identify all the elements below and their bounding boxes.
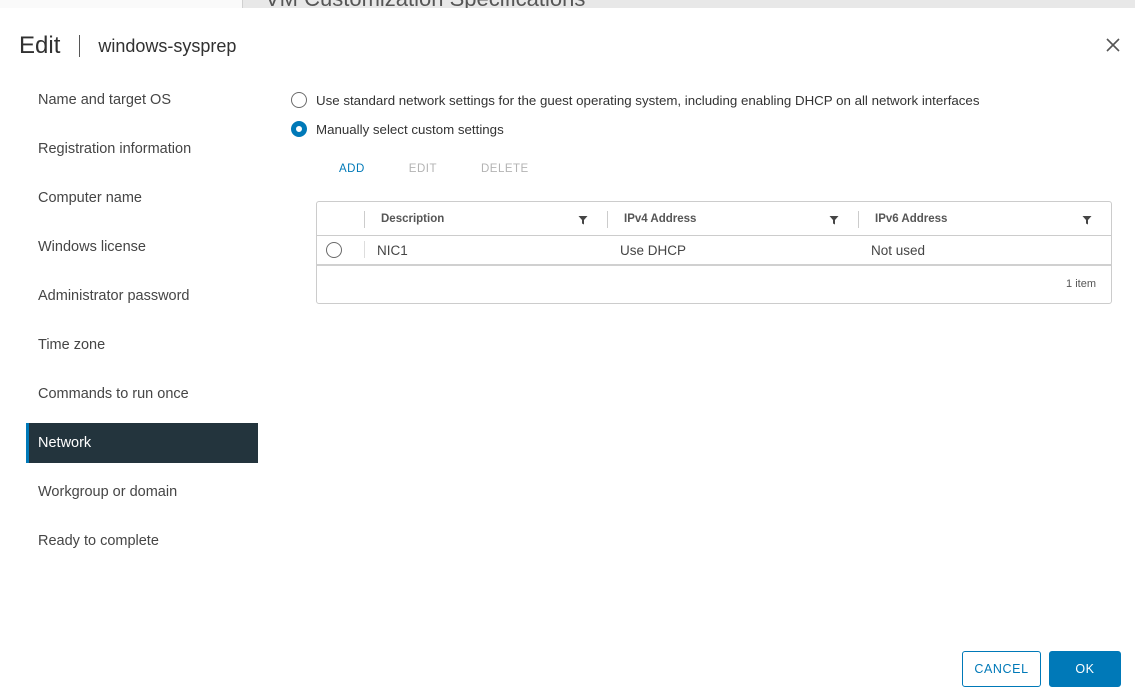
filter-icon[interactable]: [1082, 215, 1092, 225]
step-registration-information[interactable]: Registration information: [26, 129, 258, 169]
delete-button[interactable]: DELETE: [481, 163, 529, 175]
header-divider: [79, 35, 81, 57]
table-row[interactable]: NIC1 Use DHCP Not used: [317, 236, 1111, 266]
edit-button[interactable]: EDIT: [409, 163, 437, 175]
column-separator: [858, 211, 859, 228]
cell-description: NIC1: [377, 243, 408, 258]
cell-ipv4: Use DHCP: [620, 243, 687, 258]
network-settings-panel: Use standard network settings for the gu…: [291, 90, 1121, 304]
cell-ipv6: Not used: [871, 243, 926, 258]
custom-settings-radio[interactable]: [291, 121, 307, 137]
step-ready-to-complete[interactable]: Ready to complete: [26, 521, 258, 561]
filter-icon[interactable]: [829, 215, 839, 225]
background-sidebar: [0, 0, 243, 8]
column-description[interactable]: Description: [381, 213, 444, 225]
custom-settings-option[interactable]: Manually select custom settings: [291, 119, 1121, 139]
close-icon[interactable]: [1105, 37, 1121, 53]
wizard-steps: Name and target OS Registration informat…: [26, 80, 258, 570]
step-network[interactable]: Network: [26, 423, 258, 463]
step-name-and-target-os[interactable]: Name and target OS: [26, 80, 258, 120]
step-windows-license[interactable]: Windows license: [26, 227, 258, 267]
datagrid-header: Description IPv4 Address IPv6 Address: [317, 202, 1111, 236]
column-ipv4-address[interactable]: IPv4 Address: [624, 213, 696, 225]
dialog-title: Edit: [19, 32, 61, 59]
column-separator: [364, 211, 365, 228]
spec-name: windows-sysprep: [98, 35, 237, 56]
standard-network-label: Use standard network settings for the gu…: [316, 92, 980, 108]
standard-network-option[interactable]: Use standard network settings for the gu…: [291, 90, 1121, 110]
custom-settings-label: Manually select custom settings: [316, 121, 504, 137]
background-page-title: VM Customization Specifications: [265, 0, 585, 8]
step-commands-to-run-once[interactable]: Commands to run once: [26, 374, 258, 414]
column-separator: [607, 211, 608, 228]
standard-network-radio[interactable]: [291, 92, 307, 108]
step-administrator-password[interactable]: Administrator password: [26, 276, 258, 316]
column-separator: [364, 241, 365, 258]
nic-toolbar: ADD EDIT DELETE: [339, 159, 1121, 179]
step-workgroup-or-domain[interactable]: Workgroup or domain: [26, 472, 258, 512]
row-select-radio[interactable]: [326, 242, 342, 258]
dialog-header: Edit windows-sysprep: [19, 32, 236, 60]
add-button[interactable]: ADD: [339, 163, 365, 175]
step-computer-name[interactable]: Computer name: [26, 178, 258, 218]
column-ipv6-address[interactable]: IPv6 Address: [875, 213, 947, 225]
filter-icon[interactable]: [578, 215, 588, 225]
edit-dialog: Edit windows-sysprep Name and target OS …: [0, 8, 1135, 699]
step-time-zone[interactable]: Time zone: [26, 325, 258, 365]
datagrid-item-count: 1 item: [1066, 278, 1096, 290]
cancel-button[interactable]: CANCEL: [962, 651, 1041, 687]
background-page: VM Customization Specifications: [0, 0, 1135, 8]
ok-button[interactable]: OK: [1049, 651, 1121, 687]
nic-datagrid: Description IPv4 Address IPv6 Address NI…: [316, 201, 1112, 304]
